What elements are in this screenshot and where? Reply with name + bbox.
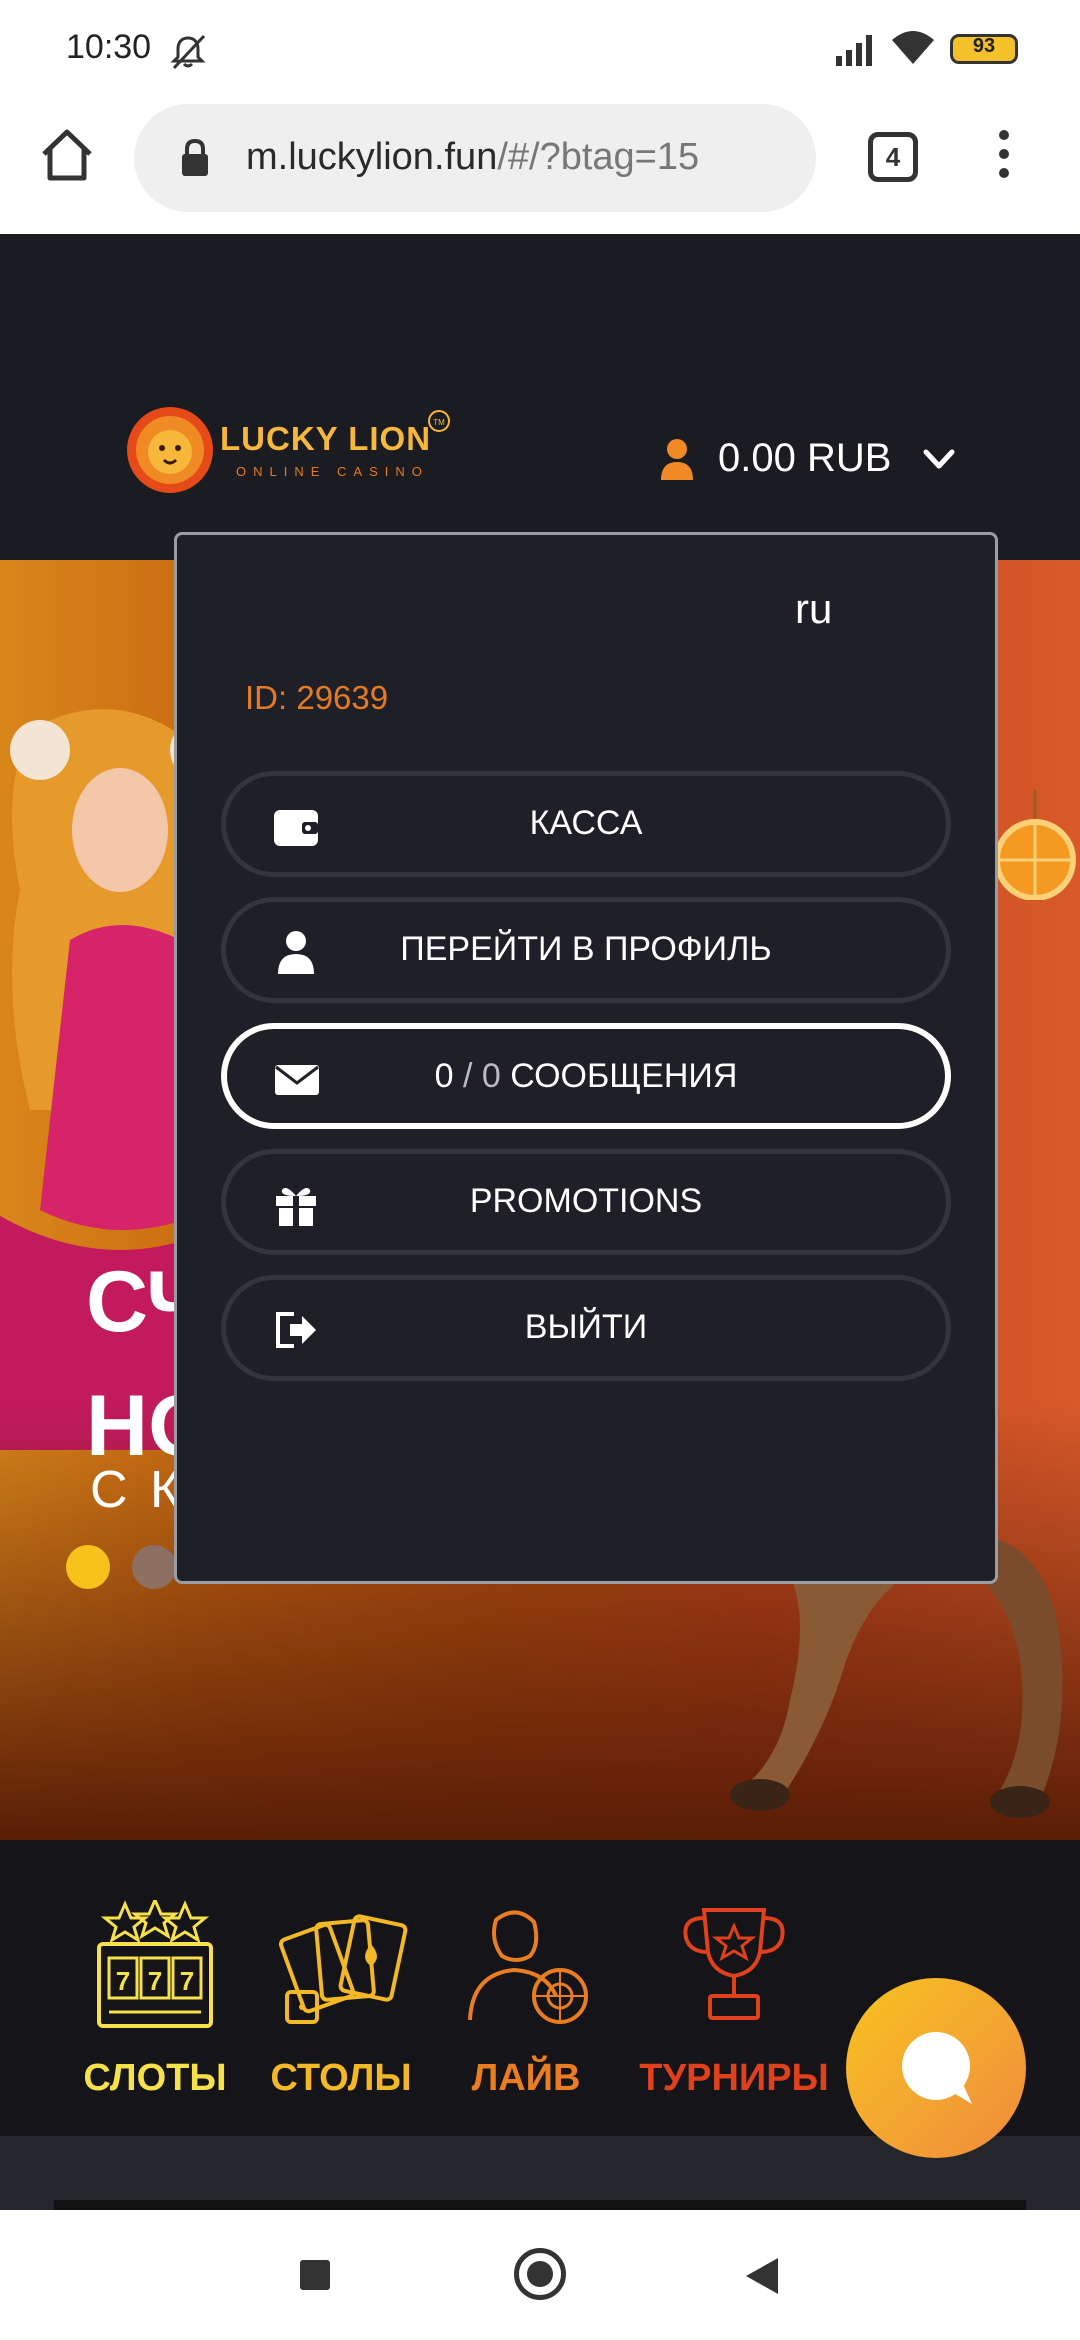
home-icon[interactable]	[38, 126, 96, 184]
category-label: ЛАЙВ	[471, 2057, 581, 2099]
category-tournaments[interactable]: ТУРНИРЫ	[636, 1900, 832, 2100]
user-icon	[661, 439, 693, 480]
svg-text:7: 7	[116, 1966, 130, 1996]
messages-button[interactable]: 0 / 0 СООБЩЕНИЯ	[221, 1023, 951, 1129]
recent-apps-button[interactable]	[300, 2260, 330, 2290]
menu-icon[interactable]	[992, 130, 1016, 186]
slider-dot-2[interactable]	[132, 1545, 176, 1589]
battery-icon: 93	[950, 34, 1018, 64]
balance-amount: 0.00 RUB	[718, 436, 892, 480]
chat-bubble-icon	[902, 2032, 972, 2104]
promotions-label: PROMOTIONS	[469, 1182, 703, 1220]
site-logo[interactable]: LUCKY LION ONLINE CASINO TM	[124, 404, 454, 494]
lock-icon	[182, 138, 208, 176]
live-dealer-icon	[468, 1910, 588, 2024]
status-time: 10:30	[66, 28, 152, 66]
back-button[interactable]	[744, 2256, 780, 2296]
messages-label: 0 / 0 СООБЩЕНИЯ	[434, 1057, 738, 1095]
address-bar[interactable]: m.luckylion.fun/#/?btag=15	[134, 104, 816, 212]
cashier-label: КАССА	[529, 804, 643, 842]
cards-icon	[278, 1914, 408, 2024]
status-bar: 10:30 93	[0, 0, 1080, 96]
footer-divider	[54, 2200, 1026, 2210]
site-header: LUCKY LION ONLINE CASINO TM 0.00 RUB	[0, 234, 1080, 560]
url-text[interactable]: m.luckylion.fun/#/?btag=15	[246, 136, 699, 179]
browser-toolbar: m.luckylion.fun/#/?btag=15 4	[0, 96, 1080, 234]
slots-icon: 7 7 7	[97, 1896, 213, 2028]
slider-dot-1[interactable]	[66, 1545, 110, 1589]
battery-level: 93	[972, 35, 996, 57]
chevron-down-icon	[923, 449, 955, 469]
category-label: СТОЛЫ	[270, 2057, 412, 2099]
home-nav-button[interactable]	[514, 2248, 566, 2300]
category-tables[interactable]: СТОЛЫ	[268, 1900, 414, 2100]
svg-text:7: 7	[148, 1966, 162, 1996]
logout-button[interactable]: ВЫЙТИ	[221, 1275, 951, 1381]
category-label: СЛОТЫ	[83, 2057, 227, 2099]
lion-logo-icon	[127, 407, 213, 493]
logo-text: LUCKY LION	[220, 420, 432, 457]
logout-label: ВЫЙТИ	[524, 1308, 648, 1346]
promotions-button[interactable]: PROMOTIONS	[221, 1149, 951, 1255]
bell-off-icon	[170, 34, 206, 70]
category-label: ТУРНИРЫ	[639, 2057, 829, 2099]
svg-text:7: 7	[180, 1966, 194, 1996]
category-slots[interactable]: 7 7 7 СЛОТЫ	[82, 1896, 228, 2100]
chat-button[interactable]	[846, 1978, 1026, 2158]
url-domain: m.luckylion.fun	[246, 136, 498, 178]
trophy-icon	[683, 1908, 785, 2020]
camel-legs-image	[730, 1540, 1063, 1818]
account-email: ru	[795, 585, 833, 632]
orange-ornament-image	[994, 790, 1076, 900]
profile-button[interactable]: ПЕРЕЙТИ В ПРОФИЛЬ	[221, 897, 951, 1003]
wifi-icon	[892, 31, 934, 64]
category-live[interactable]: ЛАЙВ	[456, 1900, 596, 2100]
logo-trademark: TM	[428, 410, 450, 432]
system-nav-bar	[0, 2210, 1080, 2340]
tab-count: 4	[885, 142, 901, 172]
tabs-icon[interactable]: 4	[868, 132, 918, 182]
account-id: ID: 29639	[245, 679, 389, 716]
url-path: /#/?btag=15	[497, 136, 700, 178]
banner-subtitle: С К	[90, 1461, 185, 1519]
profile-label: ПЕРЕЙТИ В ПРОФИЛЬ	[400, 930, 772, 968]
cashier-button[interactable]: КАССА	[221, 771, 951, 877]
logo-subtitle: ONLINE CASINO	[236, 464, 429, 479]
account-dropdown: ru ID: 29639 КАССА ПЕРЕЙТИ В ПРОФИЛЬ 0 /…	[174, 532, 998, 1584]
signal-icon	[836, 35, 872, 66]
